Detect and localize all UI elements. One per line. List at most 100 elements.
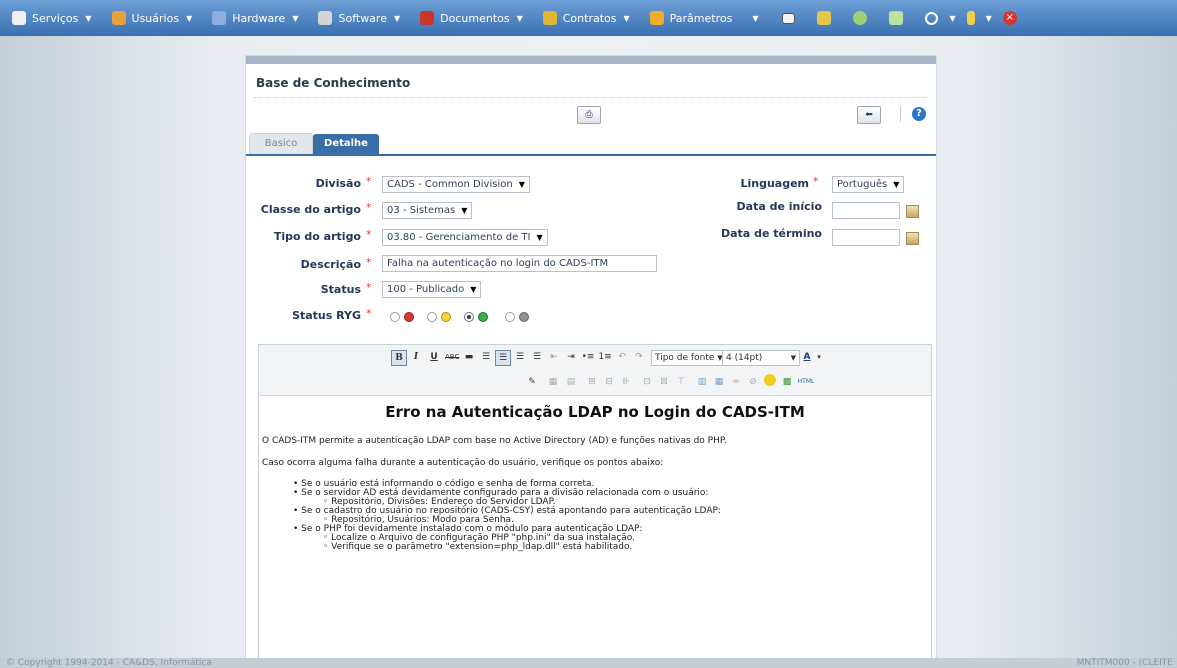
status-select[interactable]: 100 - Publicado ▼ xyxy=(382,281,482,298)
settings-icon[interactable] xyxy=(853,11,868,25)
chevron-down-icon[interactable]: ▾ xyxy=(812,350,826,364)
monitor-icon[interactable] xyxy=(782,12,796,24)
font-type-value: Tipo de fonte xyxy=(655,353,715,363)
font-type-select[interactable]: Tipo de fonte ▼ xyxy=(651,350,727,366)
back-button[interactable]: ⬅ xyxy=(857,106,881,124)
yellow-radio[interactable] xyxy=(427,312,437,322)
bold-button[interactable]: B xyxy=(391,350,407,366)
editor-content[interactable]: Erro na Autenticação LDAP no Login do CA… xyxy=(259,396,931,665)
alert-icon[interactable] xyxy=(966,11,975,25)
menu-usuarios[interactable]: Usuários ▼ xyxy=(100,0,201,36)
html-button[interactable]: HTML xyxy=(797,375,815,389)
print-icon: ⎙ xyxy=(585,110,593,120)
hardware-icon xyxy=(212,11,227,25)
italic-button[interactable]: I xyxy=(409,350,423,364)
required-mark: * xyxy=(366,281,372,294)
back-arrow-icon: ⬅ xyxy=(865,110,873,120)
notes-icon[interactable] xyxy=(817,11,832,25)
edit-source-icon[interactable]: ✎ xyxy=(525,375,539,389)
descricao-input[interactable]: Falha na autenticação no login do CADS-I… xyxy=(382,255,657,272)
contracts-icon xyxy=(542,11,557,25)
calendar-icon[interactable] xyxy=(906,232,919,245)
link-icon[interactable]: ∞ xyxy=(729,375,743,389)
export-icon[interactable] xyxy=(889,11,904,25)
underline-button[interactable]: U xyxy=(427,350,441,364)
indent-icon[interactable]: ⇥ xyxy=(564,350,578,364)
unlink-icon[interactable]: ⊘ xyxy=(746,375,760,389)
redo-icon[interactable]: ↷ xyxy=(632,350,646,364)
menu-label: Software xyxy=(338,11,387,25)
print-button[interactable]: ⎙ xyxy=(577,106,601,124)
green-status-icon xyxy=(478,312,488,322)
chevron-down-icon: ▼ xyxy=(85,13,92,23)
media-icon[interactable]: ▦ xyxy=(712,375,726,389)
align-left-icon[interactable]: ☰ xyxy=(479,350,493,364)
font-size-select[interactable]: 4 (14pt) ▼ xyxy=(722,350,800,366)
search-icon[interactable] xyxy=(925,11,939,25)
chevron-down-icon[interactable]: ▼ xyxy=(986,14,992,23)
status-ryg-label: Status RYG xyxy=(292,309,361,322)
linguagem-select[interactable]: Português ▼ xyxy=(832,176,905,193)
menu-parametros[interactable]: Parâmetros ▼ xyxy=(638,0,767,36)
required-mark: * xyxy=(366,228,372,241)
horizontal-rule-icon[interactable]: ▬ xyxy=(462,350,476,364)
tab-detalhe[interactable]: Detalhe xyxy=(313,134,379,154)
menu-label: Hardware xyxy=(232,11,286,25)
services-icon xyxy=(12,11,26,25)
align-justify-icon[interactable]: ☰ xyxy=(530,350,544,364)
rich-text-editor: B I U ABC ▬ ☰ ☰ ☰ ☰ ⇤ ⇥ •≡ 1≡ ↶ ↷ Tipo d… xyxy=(258,344,932,666)
classe-select[interactable]: 03 - Sistemas ▼ xyxy=(382,202,473,219)
divisao-select[interactable]: CADS - Common Division ▼ xyxy=(382,176,530,193)
insert-col-icon[interactable]: ⊪ xyxy=(619,375,633,389)
select-value: 03.80 - Gerenciamento de TI xyxy=(387,232,531,243)
insert-row-icon[interactable]: ⊞ xyxy=(585,375,599,389)
paragraph-1: O CADS-ITM permite a autenticação LDAP c… xyxy=(262,436,727,446)
main-menu-bar: Serviços ▼ Usuários ▼ Hardware ▼ Software ▼ … xyxy=(0,0,1177,36)
required-mark: * xyxy=(366,201,372,214)
tipo-select[interactable]: 03.80 - Gerenciamento de TI ▼ xyxy=(382,229,548,246)
menu-software[interactable]: Software ▼ xyxy=(306,0,408,36)
menu-label: Parâmetros xyxy=(669,11,733,25)
page-title: Base de Conhecimento xyxy=(256,76,411,90)
article-heading: Erro na Autenticação LDAP no Login do CA… xyxy=(385,403,805,421)
undo-icon[interactable]: ↶ xyxy=(615,350,629,364)
merge-cells-icon[interactable]: ⊡ xyxy=(640,375,654,389)
required-mark: * xyxy=(366,256,372,269)
chevron-down-icon: ▼ xyxy=(790,354,796,362)
tipo-label: Tipo do artigo xyxy=(273,230,361,243)
split-cells-icon[interactable]: ⊠ xyxy=(657,375,671,389)
insert-image-icon[interactable]: ▩ xyxy=(780,375,794,389)
close-icon[interactable]: × xyxy=(1002,11,1017,25)
chevron-down-icon: ▼ xyxy=(536,233,543,242)
menu-hardware[interactable]: Hardware ▼ xyxy=(200,0,306,36)
calendar-icon[interactable] xyxy=(906,205,919,218)
data-termino-input[interactable] xyxy=(832,229,900,246)
emoticon-icon[interactable] xyxy=(763,374,777,388)
classe-label: Classe do artigo xyxy=(260,203,361,216)
green-radio-selected[interactable] xyxy=(464,312,474,322)
menu-contratos[interactable]: Contratos ▼ xyxy=(531,0,638,36)
align-center-icon[interactable]: ☰ xyxy=(495,350,511,366)
numbered-list-icon[interactable]: 1≡ xyxy=(598,350,612,364)
chevron-down-icon[interactable]: ▼ xyxy=(949,14,955,23)
align-right-icon[interactable]: ☰ xyxy=(513,350,527,364)
tab-basico[interactable]: Basico xyxy=(249,133,313,154)
help-button[interactable]: ? xyxy=(912,107,926,121)
bullet-list-icon[interactable]: •≡ xyxy=(581,350,595,364)
table-icon[interactable]: ▦ xyxy=(546,375,560,389)
chevron-down-icon: ▼ xyxy=(186,13,193,23)
red-radio[interactable] xyxy=(390,312,400,322)
gray-radio[interactable] xyxy=(505,312,515,322)
menu-documentos[interactable]: Documentos ▼ xyxy=(408,0,531,36)
copyright-text: © Copyright 1994-2014 - CA&DS, Informáti… xyxy=(6,658,212,668)
yellow-status-icon xyxy=(441,312,451,322)
data-inicio-input[interactable] xyxy=(832,202,900,219)
menu-servicos[interactable]: Serviços ▼ xyxy=(0,0,100,36)
outdent-icon[interactable]: ⇤ xyxy=(547,350,561,364)
cell-props-icon[interactable]: ⊤ xyxy=(674,375,688,389)
software-icon xyxy=(318,11,333,25)
table-props-icon[interactable]: ▤ xyxy=(564,375,578,389)
image-icon[interactable]: ▥ xyxy=(695,375,709,389)
strikethrough-button[interactable]: ABC xyxy=(445,350,459,364)
delete-row-icon[interactable]: ⊟ xyxy=(602,375,616,389)
